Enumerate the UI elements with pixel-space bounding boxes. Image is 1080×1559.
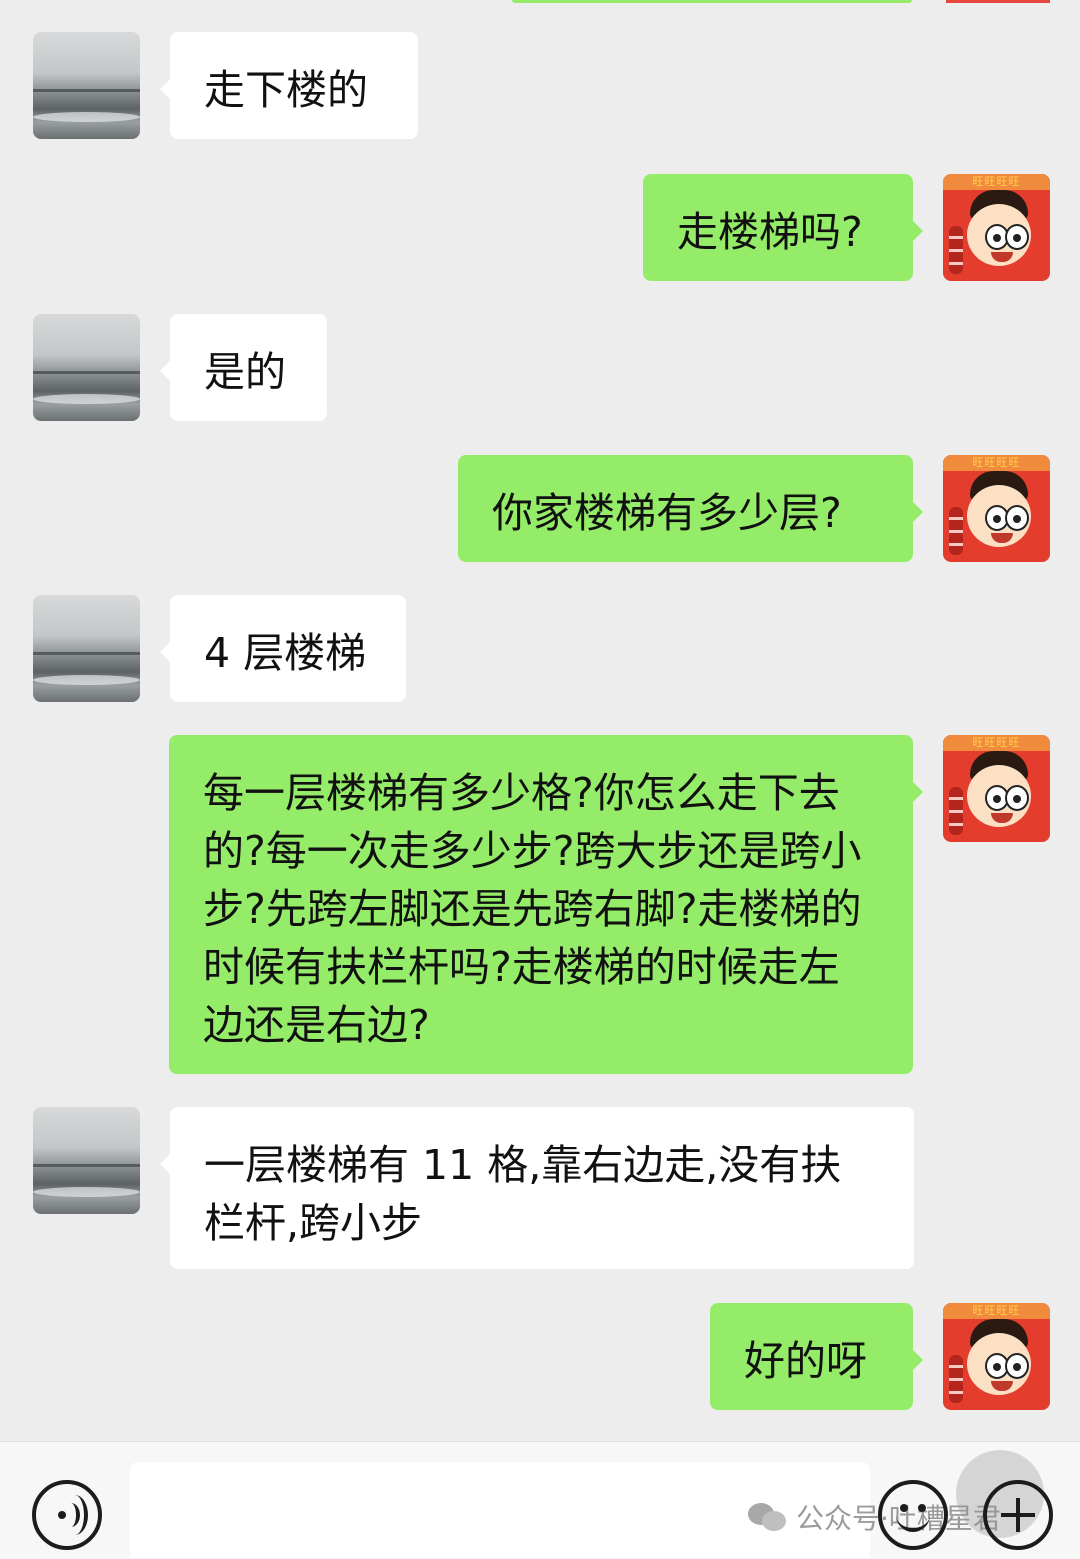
avatar-band: 旺旺旺旺 — [943, 455, 1050, 471]
contact-avatar[interactable] — [33, 595, 140, 702]
previous-message-bubble-edge — [512, 0, 912, 3]
avatar-wave — [33, 112, 140, 122]
message-text: 走楼梯吗? — [677, 208, 863, 256]
avatar-band: 旺旺旺旺 — [943, 735, 1050, 751]
message-text: 每一层楼梯有多少格?你怎么走下去的?每一次走多少步?跨大步还是跨小步?先跨左脚还… — [203, 769, 862, 1049]
mascot-eye — [1005, 224, 1029, 250]
avatar-band: 旺旺旺旺 — [943, 1303, 1050, 1319]
message-text: 一层楼梯有 11 格,靠右边走,没有扶栏杆,跨小步 — [204, 1141, 842, 1247]
mascot-candy — [949, 1355, 963, 1403]
contact-avatar[interactable] — [33, 1107, 140, 1214]
message-text: 好的呀 — [744, 1337, 867, 1385]
self-avatar[interactable]: 旺旺旺旺 — [943, 455, 1050, 562]
message-bubble-incoming[interactable]: 4 层楼梯 — [160, 595, 406, 702]
message-bubble-outgoing[interactable]: 你家楼梯有多少层? — [458, 455, 923, 562]
avatar-horizon — [33, 652, 140, 655]
message-text: 是的 — [204, 348, 286, 396]
plus-icon[interactable] — [983, 1480, 1053, 1550]
emoji-icon[interactable] — [878, 1480, 948, 1550]
self-avatar[interactable]: 旺旺旺旺 — [943, 174, 1050, 281]
message-text: 你家楼梯有多少层? — [492, 489, 842, 537]
previous-avatar-edge — [946, 0, 1050, 3]
mascot-eye — [1005, 1353, 1029, 1379]
message-text: 4 层楼梯 — [204, 629, 367, 677]
avatar-wave — [33, 1187, 140, 1197]
self-avatar[interactable]: 旺旺旺旺 — [943, 735, 1050, 842]
message-bubble-incoming[interactable]: 走下楼的 — [160, 32, 418, 139]
self-avatar[interactable]: 旺旺旺旺 — [943, 1303, 1050, 1410]
avatar-horizon — [33, 371, 140, 374]
mascot-eye — [1005, 785, 1029, 811]
mascot-candy — [949, 507, 963, 555]
message-bubble-outgoing[interactable]: 好的呀 — [710, 1303, 923, 1410]
message-bubble-outgoing[interactable]: 走楼梯吗? — [643, 174, 923, 281]
message-bubble-outgoing[interactable]: 每一层楼梯有多少格?你怎么走下去的?每一次走多少步?跨大步还是跨小步?先跨左脚还… — [169, 735, 923, 1074]
message-bubble-incoming[interactable]: 是的 — [160, 314, 327, 421]
mascot-eye — [1005, 505, 1029, 531]
avatar-band: 旺旺旺旺 — [943, 174, 1050, 190]
contact-avatar[interactable] — [33, 32, 140, 139]
message-bubble-incoming[interactable]: 一层楼梯有 11 格,靠右边走,没有扶栏杆,跨小步 — [160, 1107, 914, 1269]
contact-avatar[interactable] — [33, 314, 140, 421]
avatar-horizon — [33, 89, 140, 92]
mascot-candy — [949, 787, 963, 835]
avatar-horizon — [33, 1164, 140, 1167]
voice-icon[interactable] — [32, 1480, 102, 1550]
mascot-candy — [949, 226, 963, 274]
avatar-wave — [33, 394, 140, 404]
message-text: 走下楼的 — [204, 66, 368, 114]
avatar-wave — [33, 675, 140, 685]
wechat-logo-icon — [748, 1501, 788, 1533]
